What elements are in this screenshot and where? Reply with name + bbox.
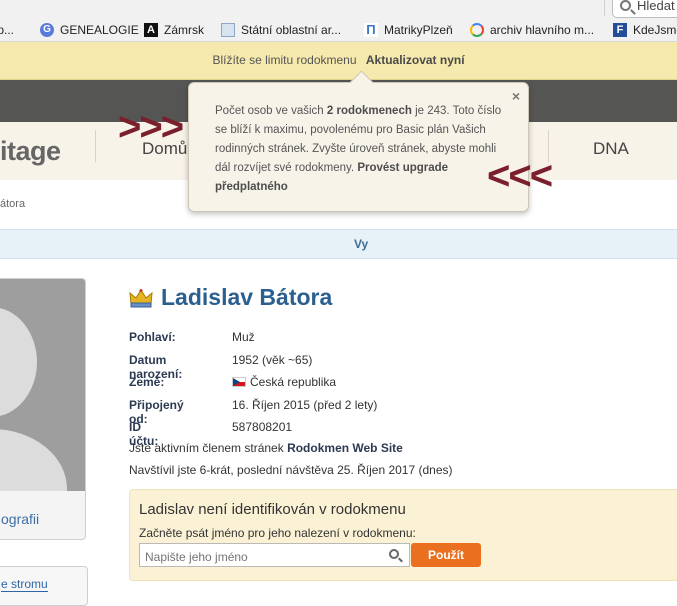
identify-title: Ladislav není identifikován v rodokmenu <box>139 501 406 518</box>
site-logo[interactable]: itage <box>0 136 61 167</box>
toolbar-separator <box>604 0 605 16</box>
country-name: Česká republika <box>250 375 337 389</box>
avatar-silhouette-head <box>0 307 37 417</box>
bookmark-genealogie[interactable]: G GENEALOGIE <box>40 23 139 37</box>
membership-line: Jste aktivním členem stránek Rodokmen We… <box>129 441 403 455</box>
view-in-tree-link[interactable]: e stromu <box>1 577 48 592</box>
profile-tab-bar: Vy <box>0 229 677 259</box>
nav-dna[interactable]: DNA <box>593 139 629 159</box>
search-icon <box>620 0 631 11</box>
bookmark-label: Zámrsk <box>164 23 204 37</box>
popover-text: Počet osob ve vašich 2 rodokmenech je 24… <box>215 102 505 197</box>
tree-limit-popover: × Počet osob ve vašich 2 rodokmenech je … <box>188 82 529 212</box>
add-photo-link[interactable]: ografii <box>1 511 39 527</box>
visits-line: Navštívil jste 6-krát, poslední návštěva… <box>129 463 453 477</box>
g-icon: G <box>40 23 54 37</box>
info-value: 16. Říjen 2015 (před 2 lety) <box>232 397 378 412</box>
nav-divider <box>95 130 96 162</box>
a-icon: A <box>144 23 158 37</box>
crown-icon <box>129 289 153 308</box>
google-icon <box>470 23 484 37</box>
info-value: 587808201 <box>232 420 293 434</box>
cz-flag-icon <box>232 377 246 387</box>
membership-site-name: Rodokmen Web Site <box>287 441 403 455</box>
profile-name: Ladislav Bátora <box>161 284 333 310</box>
update-now-link[interactable]: Aktualizovat nyní <box>366 53 465 67</box>
popover-text-part: Počet osob ve vašich <box>215 105 327 117</box>
browser-search-field[interactable]: Hledat <box>612 0 677 18</box>
identify-in-tree-box: Ladislav není identifikován v rodokmenu … <box>129 489 677 581</box>
bookmark-label: MatrikyPlzeň <box>384 23 453 37</box>
bookmark-label: KdeJsme <box>633 23 677 37</box>
breadcrumb[interactable]: átora <box>0 198 25 210</box>
info-value-country: Česká republika <box>232 375 336 389</box>
bookmark-statni-oblastni-archiv[interactable]: Státní oblastní ar... <box>221 23 341 37</box>
identify-subtitle: Začněte psát jméno pro jeho nalezení v r… <box>139 526 416 540</box>
name-search-input[interactable] <box>139 543 410 567</box>
annotation-arrows-left: <<< <box>487 154 553 198</box>
bookmark-item[interactable]: .p... <box>0 23 14 37</box>
tab-vy[interactable]: Vy <box>354 237 368 251</box>
membership-prefix: Jste aktivním členem stránek <box>129 441 288 455</box>
tree-link-card: e stromu <box>0 566 88 606</box>
popover-tree-count: 2 rodokmenech <box>326 105 412 117</box>
bookmark-label: Státní oblastní ar... <box>241 23 342 37</box>
search-icon <box>389 549 399 559</box>
bookmark-kdejsme[interactable]: F KdeJsme <box>613 23 677 37</box>
avatar-silhouette-body <box>0 429 67 491</box>
profile-photo-card: ografii <box>0 278 86 540</box>
bookmark-matrikyplzen[interactable]: Π MatrikyPlzeň <box>364 23 453 37</box>
close-icon[interactable]: × <box>512 88 520 104</box>
info-value: Muž <box>232 330 255 344</box>
avatar[interactable] <box>0 279 85 491</box>
bookmarks-bar: .p... G GENEALOGIE A Zámrsk Státní oblas… <box>0 0 677 42</box>
document-icon <box>221 23 235 37</box>
browser-search-placeholder: Hledat <box>637 0 675 13</box>
use-button[interactable]: Použít <box>411 543 481 567</box>
limit-notice-text: Blížíte se limitu rodokmenu <box>212 53 357 67</box>
bookmark-label: GENEALOGIE <box>60 23 139 37</box>
f-icon: F <box>613 23 627 37</box>
limit-notice-bar: Blížíte se limitu rodokmenu Aktualizovat… <box>0 42 677 80</box>
info-label: Země: <box>129 375 165 389</box>
bookmark-zamrsk[interactable]: A Zámrsk <box>144 23 204 37</box>
bookmark-label: .p... <box>0 23 15 37</box>
bookmark-label: archiv hlavního m... <box>490 23 595 37</box>
info-label: Pohlaví: <box>129 330 176 344</box>
m-icon: Π <box>364 23 378 37</box>
info-value: 1952 (věk ~65) <box>232 352 313 367</box>
bookmark-archiv-hlavniho-mesta[interactable]: archiv hlavního m... <box>470 23 594 37</box>
annotation-arrows-right: >>> <box>118 105 184 149</box>
